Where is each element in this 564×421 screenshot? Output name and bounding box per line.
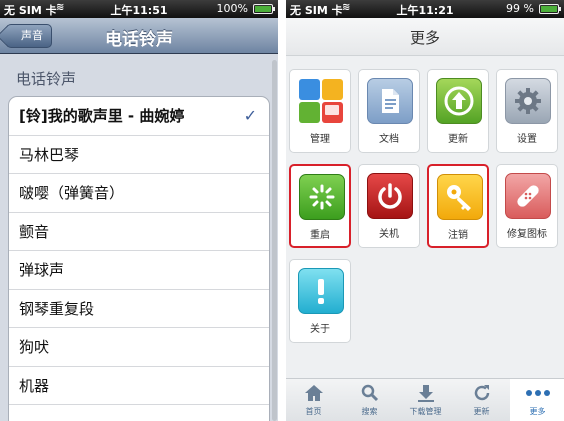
ringtone-list: [铃]我的歌声里 - 曲婉婷 ✓ 马林巴琴 啵嘤（弹簧音） 颤音 弹球声 钢琴重复… [8, 96, 270, 421]
tile-shutdown[interactable]: 关机 [358, 164, 420, 248]
tile-label: 关于 [310, 324, 330, 335]
tab-bar: 首页 搜索 下载管理 更新 更多 [286, 378, 564, 421]
battery-icon [539, 4, 561, 14]
tab-more[interactable]: 更多 [510, 379, 564, 421]
status-bar: 无 SIM 卡 ≋ 上午11:21 99 % [286, 0, 564, 18]
page-title: 电话铃声 [105, 30, 173, 50]
list-item[interactable]: 狗吠 [9, 328, 269, 367]
tab-label: 搜索 [361, 407, 378, 416]
tile-repair-icons[interactable]: 修复图标 [496, 164, 558, 248]
nav-bar: 声音 电话铃声 [0, 18, 278, 54]
document-icon [367, 78, 413, 124]
refresh-icon [454, 383, 509, 403]
tile-restart[interactable]: 重启 [289, 164, 351, 248]
divider [278, 0, 286, 421]
tile-logout[interactable]: 注销 [427, 164, 489, 248]
tile-settings[interactable]: 设置 [496, 69, 558, 153]
section-header: 电话铃声 [16, 70, 77, 88]
tile-manage[interactable]: 管理 [289, 69, 351, 153]
list-item[interactable]: 颤音 [9, 213, 269, 251]
status-bar: 无 SIM 卡 ≋ 上午11:51 100% [0, 0, 278, 18]
restart-icon [299, 174, 345, 220]
tile-document[interactable]: 文档 [358, 69, 420, 153]
exclamation-icon [298, 268, 344, 314]
battery-percent: 100% [216, 2, 248, 15]
key-icon [437, 174, 483, 220]
tab-downloads[interactable]: 下载管理 [398, 379, 453, 421]
list-item[interactable]: [铃]我的歌声里 - 曲婉婷 ✓ [9, 97, 269, 136]
tab-update[interactable]: 更新 [454, 379, 509, 421]
tab-home[interactable]: 首页 [286, 379, 341, 421]
tab-label: 首页 [305, 407, 322, 416]
ringtone-screen: 无 SIM 卡 ≋ 上午11:51 100% 声音 电话铃声 电话铃声 [铃]我… [0, 0, 278, 421]
tab-search[interactable]: 搜索 [342, 379, 397, 421]
list-item[interactable]: 弹球声 [9, 251, 269, 290]
tab-label: 更多 [529, 407, 546, 416]
list-item[interactable]: 钢琴重复段 [9, 290, 269, 328]
home-icon [286, 383, 341, 403]
bandage-icon [505, 173, 551, 219]
battery-icon [253, 4, 275, 14]
more-dots-icon [510, 383, 564, 403]
power-icon [367, 173, 413, 219]
list-item[interactable]: 机器 [9, 367, 269, 405]
tile-update[interactable]: 更新 [427, 69, 489, 153]
list-item[interactable]: 马林巴琴 [9, 136, 269, 174]
manage-icon [298, 78, 344, 124]
list-item[interactable]: 啵嘤（弹簧音） [9, 174, 269, 213]
tile-label: 文档 [379, 134, 399, 145]
search-icon [342, 383, 397, 403]
download-icon [398, 383, 453, 403]
checkmark-icon: ✓ [243, 106, 257, 125]
tab-label: 下载管理 [409, 407, 442, 416]
gear-icon [505, 78, 551, 124]
tile-label: 更新 [448, 134, 468, 145]
tile-label: 注销 [448, 230, 468, 241]
page-title: 更多 [409, 29, 440, 47]
tile-label: 设置 [517, 134, 537, 145]
tab-label: 更新 [473, 407, 490, 416]
scrollbar[interactable] [272, 60, 277, 421]
tile-about[interactable]: 关于 [289, 259, 351, 343]
update-arrow-icon [436, 78, 482, 124]
tile-label: 管理 [310, 134, 330, 145]
tile-label: 修复图标 [507, 229, 547, 240]
tile-label: 重启 [310, 230, 330, 241]
more-screen: 无 SIM 卡 ≋ 上午11:21 99 % 更多 管理 文档 更新 设置 重启… [286, 0, 564, 421]
battery-percent: 99 % [506, 2, 534, 15]
nav-bar: 更多 [286, 18, 564, 56]
tile-label: 关机 [379, 229, 399, 240]
